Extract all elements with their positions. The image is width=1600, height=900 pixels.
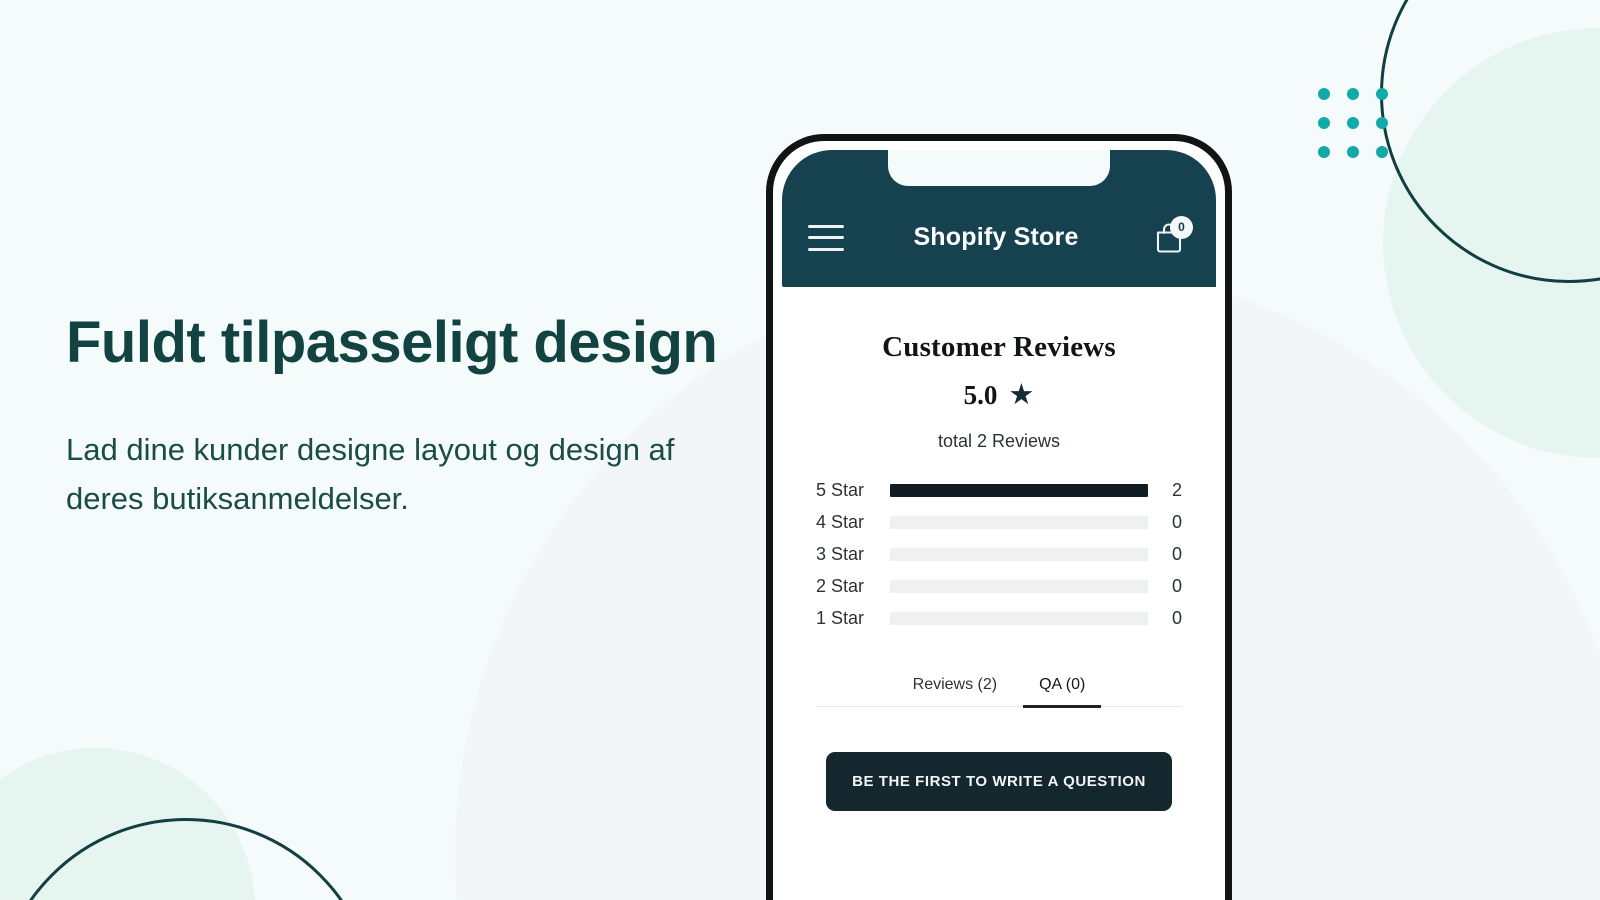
- promo-slide: Fuldt tilpasseligt design Lad dine kunde…: [0, 0, 1600, 900]
- rating-bar-label: 2 Star: [816, 576, 865, 596]
- rating-bar-track: [890, 484, 1148, 497]
- reviews-heading: Customer Reviews: [882, 331, 1116, 363]
- rating-bar-row[interactable]: 4 Star 0: [816, 512, 1182, 533]
- promo-subtitle: Lad dine kunder designe layout og design…: [66, 432, 675, 517]
- rating-bar-count: 0: [1171, 576, 1182, 596]
- phone-screen: Shopify Store 0 Customer Reviews 5.0 ★ t…: [782, 150, 1216, 900]
- rating-breakdown: 5 Star 2 4 Star 0 3 Star 0 2 Star 0 1 Star 0: [816, 480, 1182, 629]
- rating-bar-count: 2: [1171, 480, 1182, 500]
- rating-bar-track: [890, 612, 1148, 625]
- rating-bar-track: [890, 548, 1148, 561]
- hamburger-line: [808, 224, 844, 228]
- rating-bar-track: [890, 580, 1148, 593]
- mint-circle-top-right: [1383, 28, 1600, 458]
- dot: [1376, 146, 1388, 158]
- dot: [1347, 117, 1359, 129]
- dot: [1347, 88, 1359, 100]
- rating-bar-label: 4 Star: [816, 512, 865, 532]
- rating-bar-label: 3 Star: [816, 544, 865, 564]
- rating-bar-count: 0: [1171, 512, 1182, 532]
- dot: [1347, 146, 1359, 158]
- page-title: Fuldt tilpasseligt design: [66, 310, 718, 375]
- dot: [1318, 117, 1330, 129]
- hamburger-line: [808, 247, 844, 251]
- average-score: 5.0: [963, 380, 998, 410]
- cart-count-badge: 0: [1170, 215, 1193, 239]
- rating-bar-row[interactable]: 5 Star 2: [816, 480, 1182, 501]
- mint-circle-bottom-left: [0, 748, 255, 900]
- rating-bar-row[interactable]: 1 Star 0: [816, 608, 1182, 629]
- tab-qa[interactable]: QA (0): [1023, 672, 1102, 708]
- dot: [1376, 117, 1388, 129]
- dot-grid-icon: [1318, 88, 1388, 158]
- dot: [1318, 88, 1330, 100]
- rating-bar-fill: [890, 484, 1148, 497]
- phone-mockup: Shopify Store 0 Customer Reviews 5.0 ★ t…: [766, 134, 1232, 900]
- reviews-panel: Customer Reviews 5.0 ★ total 2 Reviews 5…: [782, 287, 1216, 811]
- total-reviews-label: total 2 Reviews: [937, 431, 1061, 451]
- dot: [1376, 88, 1388, 100]
- promo-copy: Fuldt tilpasseligt design Lad dine kunde…: [66, 306, 726, 524]
- ring-outline-top-right: [1380, 0, 1600, 283]
- rating-bar-count: 0: [1171, 608, 1182, 628]
- hamburger-icon[interactable]: [808, 224, 844, 251]
- dot: [1318, 146, 1330, 158]
- rating-bar-count: 0: [1171, 544, 1182, 564]
- reviews-tabs: Reviews (2) QA (0): [816, 672, 1182, 708]
- tab-reviews[interactable]: Reviews (2): [897, 672, 1013, 708]
- rating-bar-label: 1 Star: [816, 608, 865, 628]
- rating-bar-track: [890, 516, 1148, 529]
- rating-bar-row[interactable]: 3 Star 0: [816, 544, 1182, 565]
- rating-bar-label: 5 Star: [816, 480, 865, 500]
- star-icon: ★: [1008, 379, 1035, 411]
- ring-outline-bottom-left: [0, 818, 377, 900]
- store-title: Shopify Store: [913, 223, 1079, 251]
- phone-notch: [888, 150, 1110, 186]
- app-header: Shopify Store 0: [782, 150, 1216, 287]
- rating-bar-row[interactable]: 2 Star 0: [816, 576, 1182, 597]
- average-score-row: 5.0 ★: [816, 380, 1182, 411]
- hamburger-line: [808, 236, 844, 239]
- app-header-row: Shopify Store 0: [782, 188, 1216, 287]
- write-question-button[interactable]: BE THE FIRST TO WRITE A QUESTION: [826, 752, 1172, 811]
- shopping-bag-icon[interactable]: 0: [1148, 215, 1193, 258]
- cta-container: BE THE FIRST TO WRITE A QUESTION: [816, 752, 1182, 811]
